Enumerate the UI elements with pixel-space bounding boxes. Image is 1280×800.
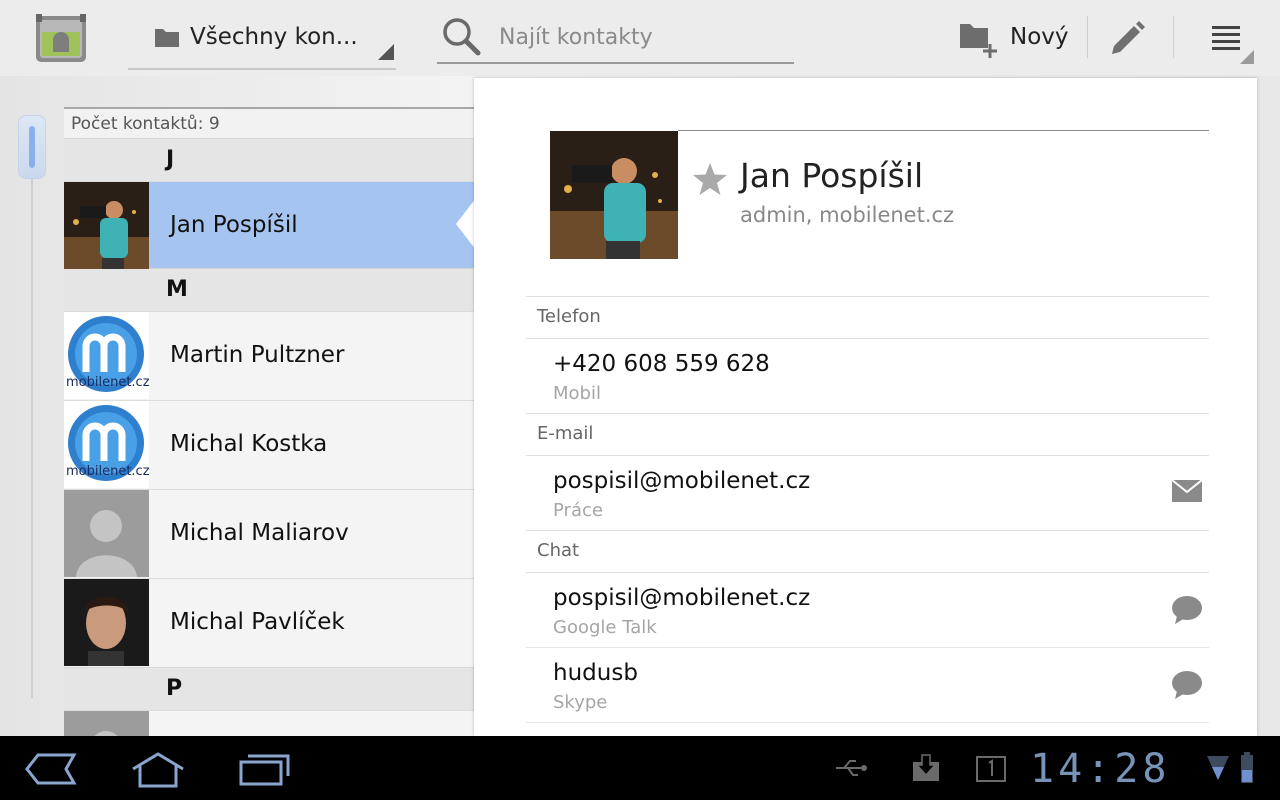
chat-address: hudusb xyxy=(553,660,638,686)
search-icon[interactable] xyxy=(441,16,481,60)
contact-detail-photo[interactable] xyxy=(550,131,678,259)
contact-name: Michal Maliarov xyxy=(170,520,349,546)
contact-row[interactable]: Michal Maliarov xyxy=(64,489,474,578)
selection-pointer xyxy=(456,198,476,250)
section-header-m: M xyxy=(64,268,474,311)
contact-row[interactable] xyxy=(64,710,474,736)
actionbar-divider xyxy=(1173,16,1174,58)
logo-text: mobilenet.cz xyxy=(66,464,149,479)
download-icon xyxy=(912,754,940,786)
menu-corner-icon xyxy=(1240,50,1254,64)
contact-row-jan-pospisil[interactable]: Jan Pospíšil xyxy=(64,181,474,269)
contact-detail-card: Jan Pospíšil admin, mobilenet.cz Telefon… xyxy=(474,78,1257,736)
search-box[interactable] xyxy=(437,14,794,64)
battery-icon xyxy=(1240,752,1254,788)
mobilenet-logo-avatar: mobilenet.cz xyxy=(64,312,149,399)
overflow-menu-button[interactable] xyxy=(1200,16,1260,66)
phone-number: +420 608 559 628 xyxy=(553,351,770,377)
chat-bubble-icon[interactable] xyxy=(1171,595,1203,629)
home-icon[interactable] xyxy=(130,752,186,792)
action-bar: Všechny kon... Nový xyxy=(0,0,1280,76)
add-folder-icon xyxy=(958,20,998,62)
contact-name: Martin Pultzner xyxy=(170,342,345,368)
phone-type: Mobil xyxy=(553,383,601,404)
detail-contact-name: Jan Pospíšil xyxy=(740,156,924,195)
section-header-p: P xyxy=(64,667,474,710)
recent-apps-icon[interactable] xyxy=(238,752,292,790)
chat-entry[interactable]: hudusb Skype xyxy=(526,648,1209,723)
phone-section-header: Telefon xyxy=(526,296,1209,339)
email-address: pospisil@mobilenet.cz xyxy=(553,468,811,494)
spinner-arrow-icon xyxy=(378,44,394,60)
system-bar: 14:28 xyxy=(0,736,1280,800)
contact-row[interactable]: mobilenet.cz Martin Pultzner xyxy=(64,311,474,400)
phone-entry[interactable]: +420 608 559 628 Mobil xyxy=(526,339,1209,414)
chat-section-header: Chat xyxy=(526,530,1209,573)
logo-text: mobilenet.cz xyxy=(66,375,149,390)
fast-scroll-thumb[interactable] xyxy=(18,115,46,179)
contacts-folder-icon xyxy=(154,26,180,52)
email-type: Práce xyxy=(553,500,603,521)
section-header-j: J xyxy=(64,138,474,181)
contact-row[interactable]: Michal Pavlíček xyxy=(64,578,474,667)
email-section-header: E-mail xyxy=(526,413,1209,456)
menu-icon xyxy=(1212,26,1242,50)
actionbar-divider xyxy=(1087,16,1088,58)
usb-icon xyxy=(834,758,868,782)
fast-scroll-track xyxy=(31,178,33,698)
edit-contact-button[interactable] xyxy=(1106,16,1156,62)
favorite-star-icon[interactable] xyxy=(692,162,728,200)
email-entry[interactable]: pospisil@mobilenet.cz Práce xyxy=(526,456,1209,531)
search-input[interactable] xyxy=(499,20,779,54)
contact-photo xyxy=(64,579,149,666)
contact-list: Počet kontaktů: 9 J Jan Pospíšil M mobil… xyxy=(64,107,474,736)
contact-name: Michal Kostka xyxy=(170,431,328,457)
mobilenet-logo-avatar: mobilenet.cz xyxy=(64,401,149,488)
detail-organization: admin, mobilenet.cz xyxy=(740,203,955,227)
back-icon[interactable] xyxy=(24,752,78,790)
wifi-signal-icon xyxy=(1206,754,1230,786)
contact-count: Počet kontaktů: 9 xyxy=(64,109,474,138)
chat-bubble-icon[interactable] xyxy=(1171,670,1203,704)
header-divider xyxy=(678,130,1209,131)
new-contact-button[interactable]: Nový xyxy=(952,14,1080,64)
account-filter-spinner[interactable]: Všechny kon... xyxy=(128,14,396,70)
default-person-avatar xyxy=(64,490,149,577)
contact-photo xyxy=(64,182,149,269)
account-filter-label: Všechny kon... xyxy=(190,24,358,50)
default-person-avatar xyxy=(64,711,149,736)
chat-type: Google Talk xyxy=(553,617,657,638)
chat-address: pospisil@mobilenet.cz xyxy=(553,585,811,611)
pencil-icon xyxy=(1112,21,1145,54)
new-contact-label: Nový xyxy=(1010,24,1069,50)
system-clock[interactable]: 14:28 xyxy=(1030,746,1170,792)
contact-name: Jan Pospíšil xyxy=(170,212,298,238)
contacts-app-icon[interactable] xyxy=(32,12,90,64)
chat-type: Skype xyxy=(553,692,608,713)
chat-entry[interactable]: pospisil@mobilenet.cz Google Talk xyxy=(526,573,1209,648)
contact-row[interactable]: mobilenet.cz Michal Kostka xyxy=(64,400,474,489)
notification-count-icon xyxy=(976,756,1006,786)
envelope-icon[interactable] xyxy=(1171,478,1203,508)
contact-name: Michal Pavlíček xyxy=(170,609,345,635)
